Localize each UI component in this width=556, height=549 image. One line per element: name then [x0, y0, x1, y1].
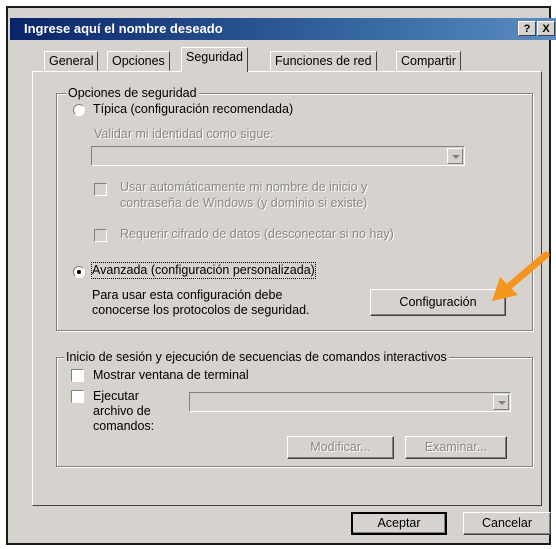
auto-credentials-checkbox[interactable]: [94, 183, 107, 196]
help-button[interactable]: ?: [518, 21, 536, 36]
edit-script-button[interactable]: Modificar...: [287, 436, 394, 459]
validate-identity-select[interactable]: [91, 146, 465, 166]
ok-button[interactable]: Aceptar: [351, 512, 447, 535]
require-encryption-checkbox[interactable]: [94, 229, 107, 242]
annotation-arrow-icon: [492, 251, 550, 301]
advanced-label: Avanzada (configuración personalizada): [91, 262, 316, 279]
typical-label: Típica (configuración recomendada): [93, 102, 294, 116]
run-script-label-2: archivo de: [93, 404, 151, 418]
tab-options[interactable]: Opciones: [107, 51, 170, 71]
settings-button[interactable]: Configuración: [370, 289, 506, 316]
advanced-radio[interactable]: [73, 266, 85, 278]
show-terminal-checkbox[interactable]: [71, 369, 84, 382]
run-script-checkbox[interactable]: [71, 390, 84, 403]
advanced-desc-2: conocerse los protocolos de seguridad.: [92, 303, 310, 317]
tab-general[interactable]: General: [44, 51, 99, 71]
browse-script-button[interactable]: Examinar...: [405, 436, 507, 459]
run-script-label-3: comandos:: [93, 419, 155, 433]
advanced-desc-1: Para usar esta configuración debe: [92, 288, 283, 302]
window-title: Ingrese aquí el nombre deseado: [24, 21, 223, 36]
auto-credentials-label-1: Usar automáticamente mi nombre de inicio…: [120, 180, 368, 194]
show-terminal-label: Mostrar ventana de terminal: [93, 368, 249, 382]
run-script-label-1: Ejecutar: [93, 389, 139, 403]
title-bar: Ingrese aquí el nombre deseado ? X: [10, 18, 556, 40]
require-encryption-label: Requerir cifrado de datos (desconectar s…: [120, 227, 394, 241]
radio-dot-icon: [77, 270, 81, 274]
chevron-down-icon[interactable]: [493, 394, 509, 410]
script-file-select[interactable]: [189, 392, 511, 412]
auto-credentials-label-2: contraseña de Windows (y dominio si exis…: [120, 196, 368, 210]
security-options-legend: Opciones de seguridad: [66, 86, 199, 100]
tab-sharing[interactable]: Compartir: [396, 51, 461, 71]
cancel-button[interactable]: Cancelar: [463, 512, 551, 535]
interactive-logon-legend: Inicio de sesión y ejecución de secuenci…: [64, 350, 449, 364]
tab-networking[interactable]: Funciones de red: [270, 51, 377, 71]
typical-radio[interactable]: [73, 104, 85, 116]
close-button[interactable]: X: [537, 21, 555, 36]
chevron-down-icon[interactable]: [447, 148, 463, 164]
validate-identity-label: Validar mi identidad como sigue:: [94, 127, 274, 141]
tab-security[interactable]: Seguridad: [181, 47, 248, 72]
